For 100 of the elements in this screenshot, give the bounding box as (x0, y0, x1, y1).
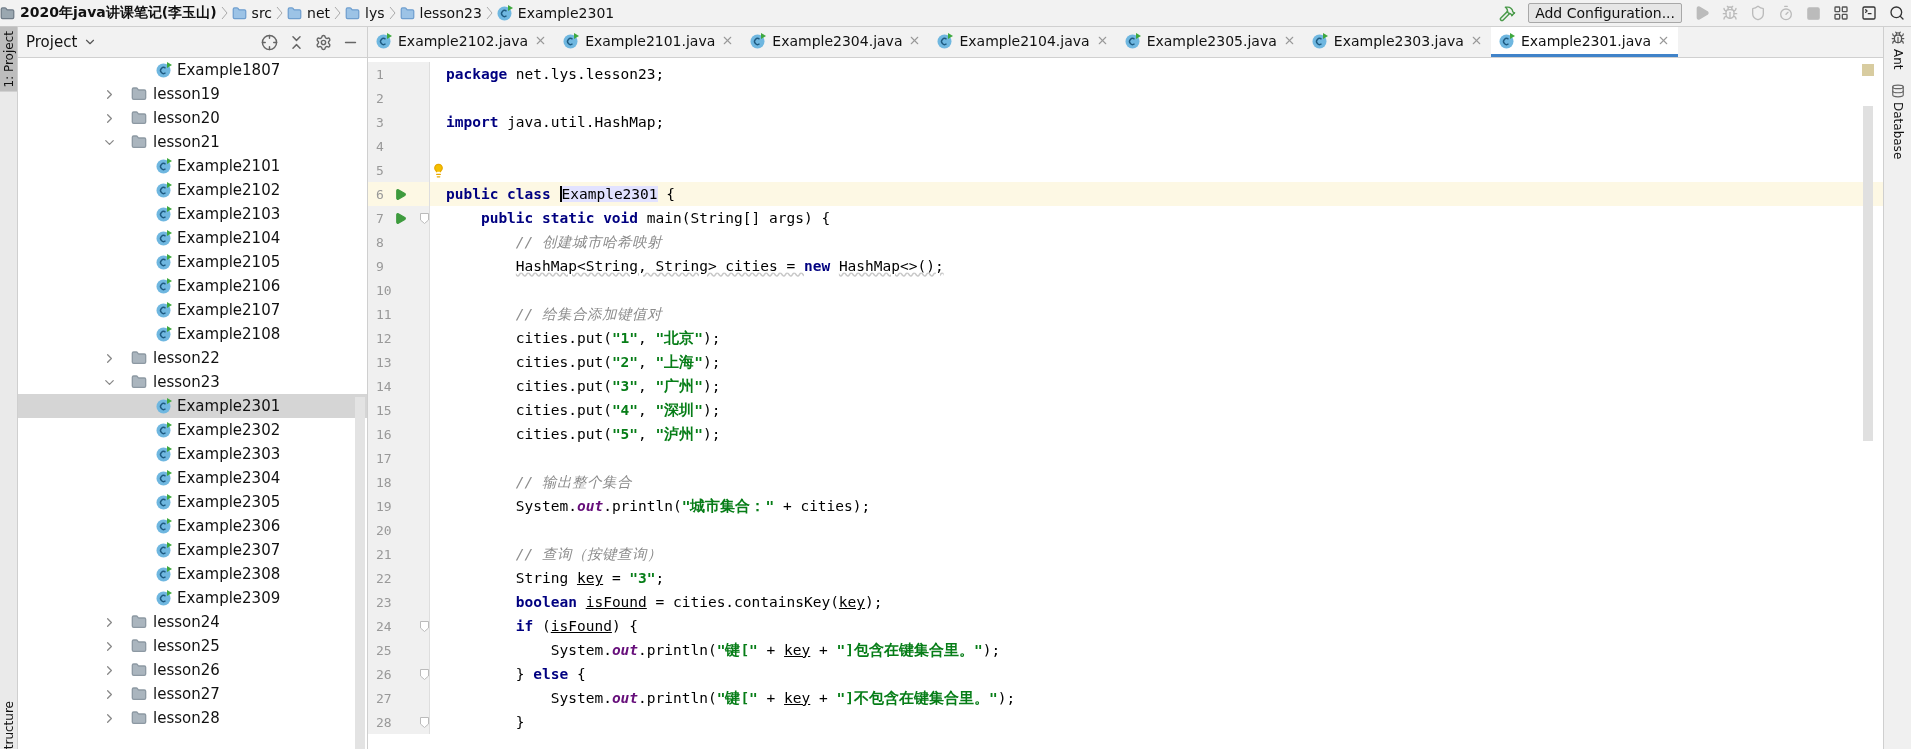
fold-marker-icon[interactable] (420, 716, 429, 728)
search-icon[interactable] (1889, 5, 1905, 21)
editor-tab[interactable]: Example2102.java (368, 27, 556, 57)
line-number: 20 (375, 522, 393, 538)
project-icon (0, 5, 15, 21)
fold-marker-icon[interactable] (420, 212, 429, 224)
tree-item[interactable]: Example2306 (177, 517, 281, 535)
tree-row[interactable]: Example2107 (18, 298, 367, 322)
coverage-icon[interactable] (1750, 5, 1766, 21)
tree-row[interactable]: Example1807 (18, 58, 367, 82)
tree-item[interactable]: Example2303 (177, 445, 281, 463)
line-number: 26 (375, 666, 393, 682)
terminal-icon[interactable] (1861, 5, 1877, 21)
tree-item[interactable]: lesson26 (153, 661, 220, 679)
breadcrumb[interactable]: Example2301 (496, 5, 615, 21)
tree-row[interactable]: Example2108 (18, 322, 367, 346)
lightbulb-icon[interactable] (431, 162, 446, 178)
breadcrumb-separator-icon (276, 6, 284, 20)
structure-tool-tab[interactable]: tructure (1, 700, 16, 749)
build-icon[interactable] (1499, 4, 1517, 22)
project-view-selector[interactable]: Project (26, 33, 98, 51)
tree-item[interactable]: Example2305 (177, 493, 281, 511)
java-class-icon (156, 230, 172, 246)
line-number: 22 (375, 570, 393, 586)
tool-window-tab[interactable]: Ant (1890, 31, 1905, 70)
tree-row[interactable]: Example2105 (18, 250, 367, 274)
breadcrumb[interactable]: lys (345, 5, 385, 21)
settings-icon[interactable] (315, 33, 332, 51)
tree-item[interactable]: Example2105 (177, 253, 281, 271)
breadcrumb[interactable]: net (287, 5, 331, 21)
java-class-icon (156, 446, 172, 462)
breadcrumb[interactable]: src (231, 5, 273, 21)
project-tool-tab[interactable]: 1: Project (0, 27, 17, 92)
tree-item[interactable]: lesson20 (153, 109, 220, 127)
stop-icon[interactable] (1806, 5, 1821, 21)
tree-row[interactable]: Example2304 (18, 466, 367, 490)
tree-item[interactable]: Example1807 (177, 61, 281, 79)
editor-tab[interactable]: Example2303.java (1303, 27, 1491, 57)
line-number: 25 (375, 642, 393, 658)
tree-item[interactable]: Example2104 (177, 229, 281, 247)
tree-item[interactable]: Example2102 (177, 181, 281, 199)
editor-tab[interactable]: Example2104.java (929, 27, 1117, 57)
tree-row[interactable]: Example2302 (18, 418, 367, 442)
tree-row[interactable]: Example2308 (18, 562, 367, 586)
tree-row[interactable]: Example2301 (18, 394, 367, 418)
add-configuration-button[interactable]: Add Configuration... (1528, 3, 1682, 23)
editor-tab[interactable]: Example2304.java (742, 27, 930, 57)
java-class-icon (1311, 32, 1328, 49)
locate-icon[interactable] (261, 33, 278, 51)
tree-item[interactable]: lesson21 (153, 133, 220, 151)
tree-item[interactable]: lesson28 (153, 709, 220, 727)
profile-icon[interactable] (1778, 5, 1794, 21)
tree-item[interactable]: lesson22 (153, 349, 220, 367)
tool-window-tab[interactable]: Database (1890, 83, 1905, 159)
tree-row[interactable]: Example2307 (18, 538, 367, 562)
fold-marker-icon[interactable] (420, 668, 429, 680)
tree-row[interactable]: Example2303 (18, 442, 367, 466)
java-class-icon (1498, 32, 1515, 49)
tree-row[interactable]: Example2104 (18, 226, 367, 250)
tree-item[interactable]: Example2301 (177, 397, 281, 415)
scrollbar[interactable] (355, 397, 365, 749)
editor-tab[interactable]: Example2301.java (1490, 27, 1679, 57)
tree-row[interactable]: Example2102 (18, 178, 367, 202)
tree-item[interactable]: Example2308 (177, 565, 281, 583)
editor-tab[interactable]: Example2101.java (555, 27, 743, 57)
tree-item[interactable]: lesson19 (153, 85, 220, 103)
run-icon[interactable] (1694, 5, 1710, 21)
scrollbar[interactable] (1863, 106, 1873, 441)
tree-row[interactable]: Example2101 (18, 154, 367, 178)
tree-row[interactable]: Example2306 (18, 514, 367, 538)
tree-item[interactable]: Example2307 (177, 541, 281, 559)
tree-item[interactable]: lesson27 (153, 685, 220, 703)
tree-row[interactable]: Example2309 (18, 586, 367, 610)
breadcrumb[interactable]: lesson23 (399, 5, 482, 21)
line-number: 9 (375, 258, 385, 274)
tree-item[interactable]: Example2107 (177, 301, 281, 319)
tree-item[interactable]: Example2309 (177, 589, 281, 607)
fold-marker-icon[interactable] (420, 620, 429, 632)
project-structure-icon[interactable] (1833, 5, 1849, 21)
code-line: import java.util.HashMap; (445, 114, 665, 130)
java-class-icon (156, 518, 172, 534)
breadcrumb[interactable]: 2020年java讲课笔记(李玉山) (0, 4, 217, 22)
tree-item[interactable]: lesson25 (153, 637, 220, 655)
tree-item[interactable]: Example2101 (177, 157, 281, 175)
run-icon[interactable] (394, 187, 407, 201)
editor-tab[interactable]: Example2305.java (1116, 27, 1304, 57)
java-class-icon (156, 422, 172, 438)
tree-row[interactable]: Example2305 (18, 490, 367, 514)
tree-item[interactable]: Example2108 (177, 325, 281, 343)
tree-row[interactable]: Example2106 (18, 274, 367, 298)
tree-item[interactable]: Example2103 (177, 205, 281, 223)
tree-item[interactable]: Example2302 (177, 421, 281, 439)
run-icon[interactable] (394, 211, 407, 225)
code-line: // 查询（按键查询） (514, 544, 663, 564)
tree-row[interactable]: Example2103 (18, 202, 367, 226)
debug-icon[interactable] (1722, 5, 1738, 21)
tree-item[interactable]: lesson23 (153, 373, 220, 391)
tree-item[interactable]: Example2106 (177, 277, 281, 295)
tree-item[interactable]: lesson24 (153, 613, 220, 631)
tree-item[interactable]: Example2304 (177, 469, 281, 487)
